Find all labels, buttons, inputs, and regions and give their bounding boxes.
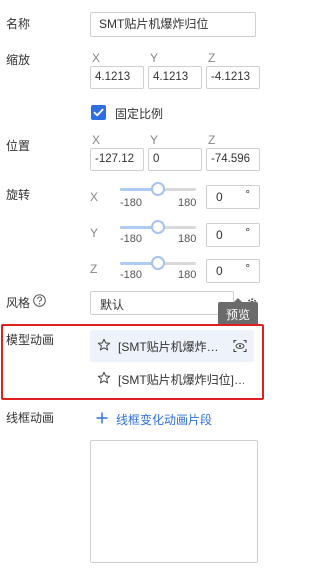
position-axis-z: Z — [208, 133, 216, 147]
rotation-y-unit: ° — [245, 225, 250, 239]
rotation-z-input[interactable]: 0 ° — [206, 259, 260, 283]
scale-z-input[interactable]: -4.1213 — [206, 66, 260, 89]
question-circle-icon[interactable] — [33, 294, 46, 307]
name-input[interactable]: SMT贴片机爆炸归位 — [90, 12, 256, 37]
style-label: 风格 — [6, 296, 31, 310]
tooltip-arrow — [233, 298, 243, 303]
preview-icon[interactable] — [233, 339, 247, 353]
scale-axis-y: Y — [150, 51, 159, 65]
name-label: 名称 — [6, 17, 31, 31]
rotation-z-min: -180 — [120, 269, 143, 281]
add-wireframe-clip-button[interactable]: 线框变化动画片段 — [96, 411, 246, 427]
model-animation-label: 模型动画 — [6, 333, 55, 347]
wireframe-animation-list[interactable] — [90, 440, 258, 563]
position-axis-x: X — [92, 133, 101, 147]
position-z-input[interactable]: -74.596 — [206, 148, 260, 171]
rotation-z-slider-thumb[interactable] — [151, 256, 165, 270]
position-axis-y: Y — [150, 133, 159, 147]
style-select[interactable]: 默认 — [90, 291, 234, 315]
scale-x-input[interactable]: 4.1213 — [90, 66, 144, 89]
position-x-input[interactable]: -127.12 — [90, 148, 144, 171]
scale-label: 缩放 — [6, 53, 31, 67]
model-animation-item-text: [SMT贴片机爆炸归位]… — [118, 373, 244, 387]
rotation-x-value: 0 — [216, 190, 223, 204]
rotation-z-max: 180 — [178, 269, 197, 281]
rotation-y-min: -180 — [120, 233, 143, 245]
rotation-y-input[interactable]: 0 ° — [206, 223, 260, 247]
model-animation-item[interactable]: [SMT贴片机爆炸归位]… — [90, 363, 254, 395]
tooltip-text: 预览 — [226, 308, 251, 322]
wireframe-animation-label: 线框动画 — [6, 411, 55, 425]
rotation-y-slider-thumb[interactable] — [151, 220, 165, 234]
plus-icon — [96, 412, 108, 424]
position-label: 位置 — [6, 139, 31, 153]
rotation-x-slider-thumb[interactable] — [151, 182, 165, 196]
rotation-axis-z: Z — [90, 262, 98, 276]
scale-y-input[interactable]: 4.1213 — [148, 66, 202, 89]
scale-axis-z: Z — [208, 51, 216, 65]
rotation-axis-x: X — [90, 190, 99, 204]
scale-axis-x: X — [92, 51, 101, 65]
model-animation-item[interactable]: [SMT贴片机爆炸… — [90, 330, 254, 362]
rotation-x-input[interactable]: 0 ° — [206, 185, 260, 209]
add-wireframe-clip-label: 线框变化动画片段 — [116, 413, 213, 427]
rotation-y-value: 0 — [216, 228, 223, 242]
star-outline-icon[interactable] — [97, 371, 111, 385]
rotation-x-unit: ° — [245, 187, 250, 201]
style-select-value: 默认 — [100, 298, 125, 312]
rotation-axis-y: Y — [90, 226, 99, 240]
rotation-z-unit: ° — [245, 261, 250, 275]
lock-ratio-label: 固定比例 — [115, 107, 164, 121]
rotation-z-value: 0 — [216, 264, 223, 278]
rotation-x-min: -180 — [120, 197, 143, 209]
rotation-x-max: 180 — [178, 197, 197, 209]
rotation-label: 旋转 — [6, 188, 31, 202]
model-animation-item-text: [SMT贴片机爆炸… — [118, 340, 219, 354]
preview-tooltip: 预览 — [218, 298, 258, 326]
lock-ratio-checkbox[interactable] — [91, 105, 106, 120]
star-outline-icon[interactable] — [97, 338, 111, 352]
check-icon — [93, 108, 104, 117]
position-y-input[interactable]: 0 — [148, 148, 202, 171]
rotation-y-max: 180 — [178, 233, 197, 245]
